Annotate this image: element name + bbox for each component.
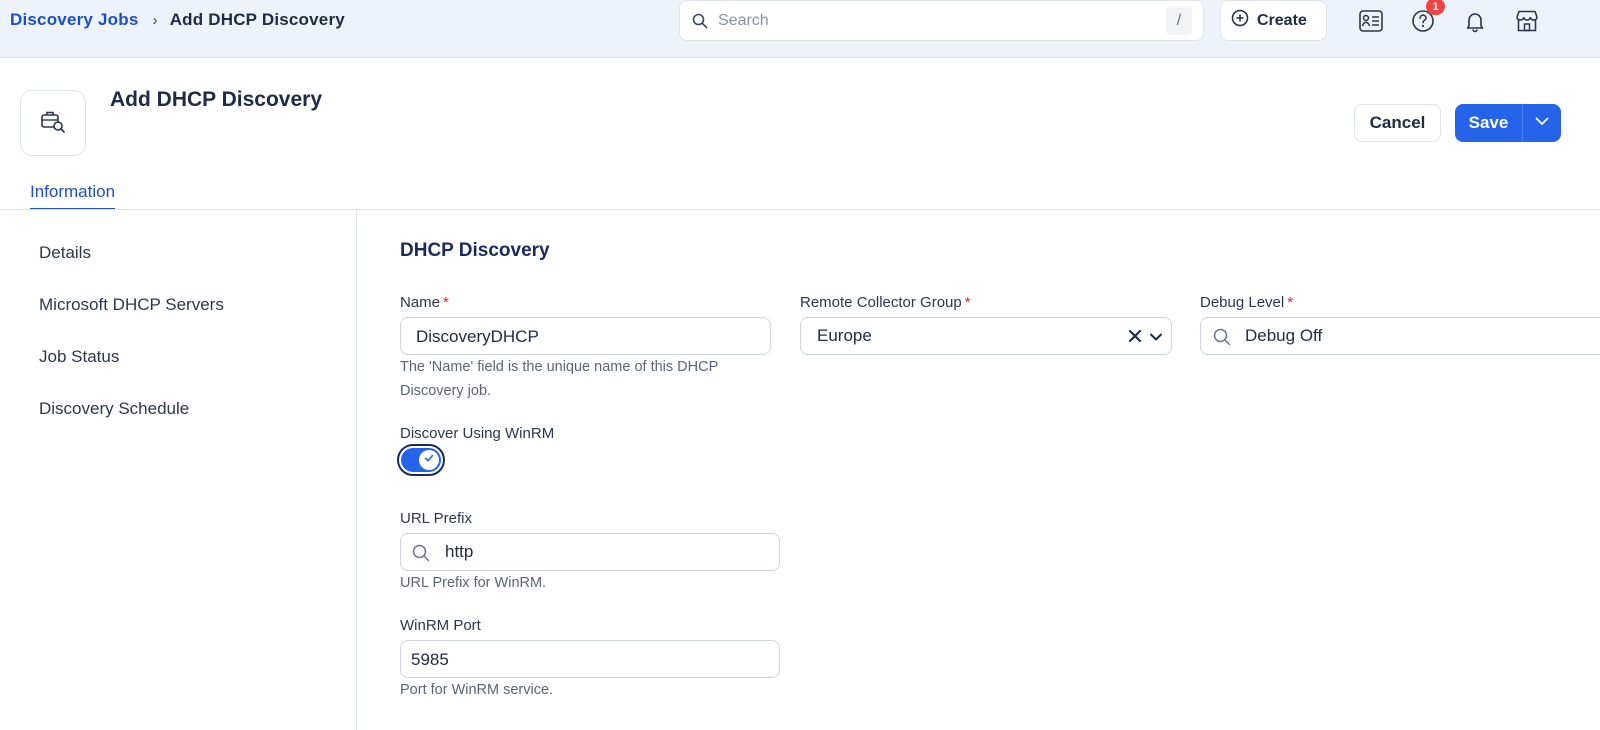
name-field[interactable] bbox=[400, 317, 771, 355]
breadcrumb: Discovery Jobs › Add DHCP Discovery bbox=[10, 10, 345, 30]
name-helper-line-2: Discovery job. bbox=[400, 383, 492, 399]
winrm-port-input[interactable] bbox=[411, 649, 761, 671]
search-icon bbox=[1213, 328, 1231, 351]
winrm-toggle-label: Discover Using WinRM bbox=[400, 425, 555, 442]
briefcase-search-icon bbox=[39, 107, 67, 140]
store-icon[interactable] bbox=[1513, 7, 1541, 35]
required-mark: * bbox=[964, 294, 971, 311]
url-prefix-helper: URL Prefix for WinRM. bbox=[400, 575, 547, 591]
collector-group-select[interactable]: Europe bbox=[800, 317, 1172, 355]
search-input[interactable] bbox=[718, 9, 1138, 33]
breadcrumb-discovery-jobs[interactable]: Discovery Jobs bbox=[10, 10, 138, 30]
page-title: Add DHCP Discovery bbox=[110, 88, 323, 111]
url-prefix-label: URL Prefix bbox=[400, 510, 472, 527]
name-input[interactable] bbox=[416, 326, 756, 348]
debug-level-value: Debug Off bbox=[1245, 326, 1323, 345]
debug-level-label: Debug Level * bbox=[1200, 294, 1293, 311]
plus-circle-icon bbox=[1231, 9, 1249, 32]
url-prefix-value: http bbox=[445, 542, 474, 561]
search-icon bbox=[692, 13, 708, 34]
name-helper-line-1: The 'Name' field is the unique name of t… bbox=[400, 359, 719, 375]
collector-group-label: Remote Collector Group * bbox=[800, 294, 971, 311]
debug-level-select[interactable]: Debug Off bbox=[1200, 317, 1600, 355]
sidebar-item-job-status[interactable]: Job Status bbox=[39, 347, 119, 367]
search-icon bbox=[412, 544, 430, 567]
bell-icon[interactable] bbox=[1461, 7, 1489, 35]
name-label-text: Name bbox=[400, 294, 441, 311]
winrm-port-helper: Port for WinRM service. bbox=[400, 682, 554, 698]
name-helper-text: The 'Name' field is the unique name of t… bbox=[400, 355, 770, 403]
tab-divider bbox=[0, 209, 1600, 210]
contacts-list-icon[interactable] bbox=[1357, 7, 1385, 35]
section-title: DHCP Discovery bbox=[400, 240, 550, 261]
collector-group-label-text: Remote Collector Group bbox=[800, 294, 962, 311]
winrm-port-field[interactable] bbox=[400, 640, 780, 678]
help-notification-badge: 1 bbox=[1426, 0, 1445, 15]
chevron-down-icon bbox=[1534, 113, 1550, 134]
checkmark-icon bbox=[423, 451, 435, 469]
toggle-track bbox=[401, 448, 441, 472]
tab-information[interactable]: Information bbox=[30, 182, 116, 210]
required-mark: * bbox=[1287, 294, 1294, 311]
discover-using-winrm-toggle[interactable] bbox=[397, 444, 445, 476]
url-prefix-select[interactable]: http bbox=[400, 533, 780, 571]
global-search[interactable]: / bbox=[679, 0, 1204, 41]
debug-level-label-text: Debug Level bbox=[1200, 294, 1285, 311]
name-label: Name * bbox=[400, 294, 449, 311]
required-mark: * bbox=[443, 294, 449, 311]
chevron-down-icon[interactable] bbox=[1148, 329, 1164, 350]
top-bar: Discovery Jobs › Add DHCP Discovery / Cr… bbox=[0, 0, 1600, 58]
collector-group-value: Europe bbox=[817, 326, 872, 345]
search-shortcut-key: / bbox=[1166, 7, 1192, 35]
save-button-group: Save bbox=[1455, 104, 1561, 142]
create-button[interactable]: Create bbox=[1220, 0, 1327, 41]
sidebar-divider bbox=[356, 210, 357, 730]
breadcrumb-separator: › bbox=[152, 11, 158, 29]
breadcrumb-current: Add DHCP Discovery bbox=[169, 10, 345, 29]
sidebar-item-discovery-schedule[interactable]: Discovery Schedule bbox=[39, 399, 189, 419]
cancel-button[interactable]: Cancel bbox=[1354, 104, 1441, 142]
toggle-knob bbox=[419, 450, 439, 470]
save-button[interactable]: Save bbox=[1455, 104, 1522, 142]
sidebar-item-details[interactable]: Details bbox=[39, 243, 91, 263]
winrm-port-label: WinRM Port bbox=[400, 617, 481, 634]
clear-icon[interactable] bbox=[1127, 328, 1143, 349]
save-options-button[interactable] bbox=[1523, 104, 1561, 142]
sidebar-item-microsoft-dhcp-servers[interactable]: Microsoft DHCP Servers bbox=[39, 295, 224, 315]
page-icon bbox=[20, 90, 86, 156]
create-button-label: Create bbox=[1257, 11, 1307, 29]
